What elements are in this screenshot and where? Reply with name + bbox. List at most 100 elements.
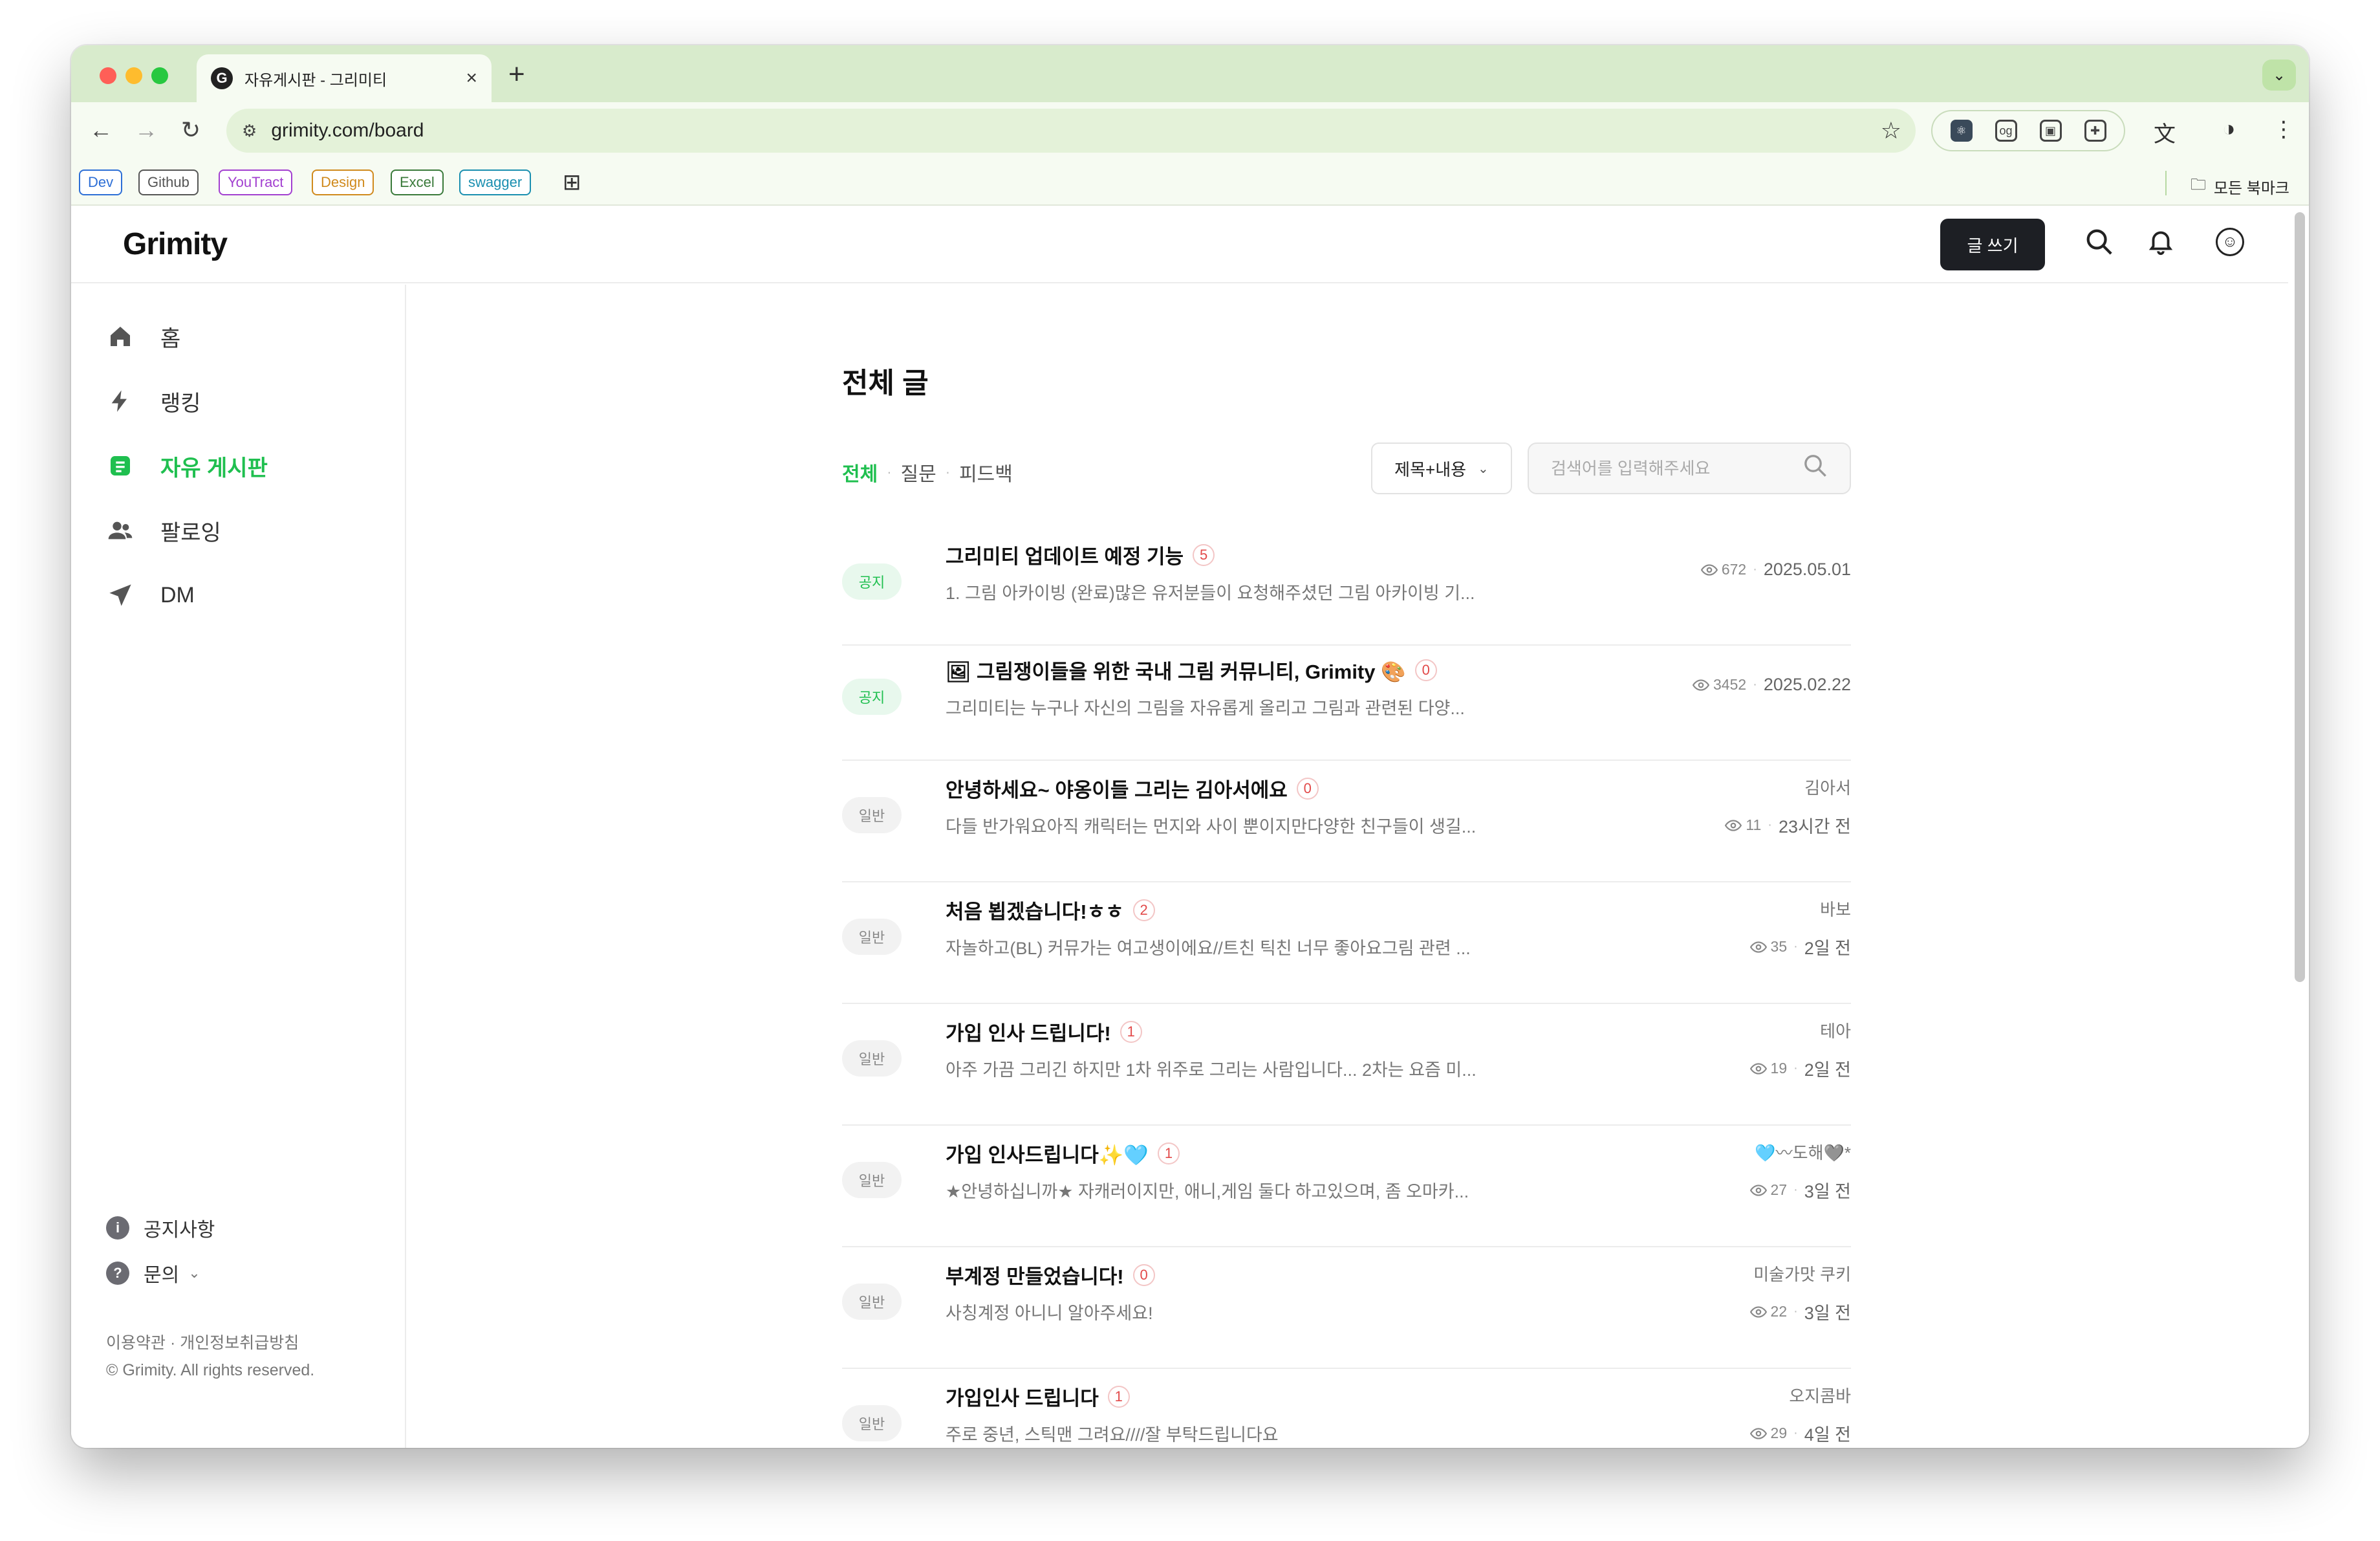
- url-text[interactable]: grimity.com/board: [271, 120, 1880, 142]
- apps-grid-icon[interactable]: ⊞: [563, 169, 581, 195]
- comment-count: 0: [1414, 659, 1437, 681]
- picture-in-picture-icon[interactable]: ▣: [2039, 120, 2062, 142]
- post-author[interactable]: 김아서: [1804, 775, 1851, 799]
- address-bar[interactable]: ⚙ grimity.com/board ☆: [226, 109, 1916, 153]
- post-title-text: 부계정 만들었습니다!: [946, 1265, 1124, 1288]
- post-title[interactable]: 가입인사 드립니다 1: [946, 1382, 1130, 1411]
- profile-icon[interactable]: ◑: [2222, 116, 2236, 142]
- puzzle-icon[interactable]: ✚: [2084, 120, 2106, 142]
- post-badge: 일반: [842, 1040, 902, 1077]
- folder-icon: 🗀: [2190, 176, 2206, 193]
- react-devtools-icon[interactable]: ⚛: [1950, 120, 1973, 142]
- reload-icon[interactable]: ↻: [181, 116, 200, 144]
- bell-icon[interactable]: [2146, 226, 2176, 263]
- search-type-select[interactable]: 제목+내용 ⌄: [1371, 443, 1512, 494]
- post-author[interactable]: 오지콤바: [1789, 1383, 1851, 1407]
- sidebar-item-following[interactable]: 팔로잉: [106, 511, 221, 550]
- post-title[interactable]: 처음 뵙겠습니다!ㅎㅎ 2: [946, 895, 1155, 924]
- sidebar-item-label: DM: [160, 582, 195, 607]
- post-title[interactable]: 가입 인사드립니다✨🩵 1: [946, 1139, 1180, 1168]
- tab-search-button[interactable]: ⌄: [2262, 60, 2296, 91]
- bookmark-star-icon[interactable]: ☆: [1881, 117, 1901, 144]
- filter-question[interactable]: 질문: [901, 458, 936, 486]
- bookmark-youtract[interactable]: YouTract: [219, 169, 293, 195]
- all-bookmarks-label: 모든 북마크: [2213, 180, 2289, 197]
- post-author[interactable]: 미술가맛 쿠키: [1753, 1262, 1851, 1285]
- post-badge: 일반: [842, 919, 902, 955]
- bookmark-github[interactable]: Github: [138, 169, 199, 195]
- post-meta: 22 · 3일 전: [1749, 1299, 1851, 1324]
- search-icon[interactable]: [1802, 452, 1828, 485]
- close-tab-icon[interactable]: ×: [466, 67, 477, 89]
- footer-links[interactable]: 이용약관 · 개인정보취급방침: [106, 1330, 299, 1353]
- table-row[interactable]: 일반 가입인사 드립니다 1 주로 중년, 스틱맨 그려요////잘 부탁드립니…: [842, 1369, 1851, 1448]
- view-count-value: 27: [1770, 1181, 1788, 1198]
- post-title[interactable]: 가입 인사 드립니다! 1: [946, 1017, 1142, 1046]
- table-row[interactable]: 일반 안녕하세요~ 야옹이들 그리는 김아서에요 0 다들 반가워요아직 캐릭터…: [842, 761, 1851, 882]
- filter-all[interactable]: 전체: [842, 458, 878, 486]
- translate-icon[interactable]: 文: [2154, 116, 2176, 148]
- og-extension-icon[interactable]: og: [1995, 120, 2017, 142]
- info-icon: i: [106, 1216, 129, 1240]
- eye-icon: [1693, 679, 1710, 691]
- menu-dots-icon[interactable]: ⋮: [2273, 116, 2295, 142]
- search-icon[interactable]: [2084, 226, 2114, 263]
- view-count-value: 22: [1770, 1303, 1788, 1320]
- view-count: 11: [1725, 816, 1761, 834]
- table-row[interactable]: 일반 처음 뵙겠습니다!ㅎㅎ 2 자놀하고(BL) 커뮤가는 여고생이에요//트…: [842, 882, 1851, 1004]
- inquiry-dropdown[interactable]: ? 문의 ⌄: [106, 1259, 200, 1287]
- page-scrollbar[interactable]: [2295, 212, 2305, 982]
- post-author[interactable]: 테아: [1820, 1018, 1851, 1042]
- filter-separator: ·: [945, 464, 951, 480]
- table-row[interactable]: 공지 🖼 그림쟁이들을 위한 국내 그림 커뮤니티, Grimity 🎨 0 그…: [842, 646, 1851, 761]
- post-excerpt: 주로 중년, 스틱맨 그려요////잘 부탁드립니다요: [946, 1425, 1279, 1445]
- bookmark-design[interactable]: Design: [312, 169, 374, 195]
- post-title[interactable]: 부계정 만들었습니다! 0: [946, 1260, 1155, 1289]
- post-title[interactable]: 안녕하세요~ 야옹이들 그리는 김아서에요 0: [946, 774, 1319, 803]
- search-input[interactable]: [1551, 458, 1802, 479]
- eye-icon: [1749, 1306, 1767, 1318]
- post-title[interactable]: 그리미티 업데이트 예정 기능 5: [946, 540, 1215, 569]
- post-author[interactable]: 🩵〰도해🩶*: [1755, 1140, 1851, 1164]
- forward-arrow-icon[interactable]: →: [135, 116, 158, 144]
- all-bookmarks-button[interactable]: 🗀 모든 북마크: [2191, 173, 2289, 200]
- eye-icon: [1749, 1427, 1767, 1439]
- browser-tab[interactable]: G 자유게시판 - 그리미티 ×: [197, 54, 492, 102]
- table-row[interactable]: 일반 가입 인사드립니다✨🩵 1 ★안녕하십니까★ 자캐러이지만, 애니,게임 …: [842, 1126, 1851, 1247]
- comment-count: 1: [1107, 1385, 1130, 1408]
- sidebar-item-dm[interactable]: DM: [106, 576, 195, 615]
- write-post-button[interactable]: 글 쓰기: [1940, 219, 2045, 270]
- post-meta: 672 · 2025.05.01: [1700, 560, 1851, 580]
- comment-count: 0: [1296, 777, 1319, 800]
- post-date: 2025.02.22: [1763, 675, 1851, 694]
- avatar[interactable]: ☺: [2216, 228, 2244, 256]
- table-row[interactable]: 일반 부계정 만들었습니다! 0 사칭계정 아니니 알아주세요! 미술가맛 쿠키…: [842, 1247, 1851, 1369]
- sidebar-item-ranking[interactable]: 랭킹: [106, 382, 201, 421]
- sidebar-item-home[interactable]: 홈: [106, 317, 180, 356]
- view-count: 22: [1749, 1303, 1788, 1320]
- table-row[interactable]: 공지 그리미티 업데이트 예정 기능 5 1. 그림 아카이빙 (완료)많은 유…: [842, 530, 1851, 646]
- back-arrow-icon[interactable]: ←: [89, 116, 113, 144]
- site-logo[interactable]: Grimity: [123, 226, 228, 262]
- web-page: Grimity 글 쓰기 ☺ 홈 랭킹 자유 게시판 팔로잉 DM i 공지사항…: [71, 206, 2309, 1448]
- meta-separator: ·: [1768, 818, 1772, 832]
- new-tab-button[interactable]: +: [508, 58, 525, 91]
- sidebar-item-board[interactable]: 자유 게시판: [106, 446, 268, 485]
- minimize-window-button[interactable]: [125, 67, 142, 84]
- table-row[interactable]: 일반 가입 인사 드립니다! 1 아주 가끔 그리긴 하지만 1차 위주로 그리…: [842, 1004, 1851, 1126]
- browser-toolbar: ← → ↻ ⚙ grimity.com/board ☆ ⚛ og ▣ ✚ 文 ◑…: [71, 102, 2309, 159]
- view-count: 29: [1749, 1425, 1787, 1442]
- notice-label: 공지사항: [144, 1219, 215, 1241]
- search-field[interactable]: [1528, 443, 1851, 494]
- site-settings-icon[interactable]: ⚙: [242, 121, 257, 141]
- bookmark-dev[interactable]: Dev: [79, 169, 123, 195]
- bookmark-excel[interactable]: Excel: [391, 169, 444, 195]
- post-title[interactable]: 🖼 그림쟁이들을 위한 국내 그림 커뮤니티, Grimity 🎨 0: [946, 655, 1437, 684]
- post-author[interactable]: 바보: [1820, 897, 1851, 921]
- filter-feedback[interactable]: 피드백: [959, 458, 1013, 486]
- close-window-button[interactable]: [100, 67, 116, 84]
- post-title-text: 가입 인사드립니다✨🩵: [946, 1144, 1149, 1166]
- maximize-window-button[interactable]: [151, 67, 168, 84]
- bookmark-swagger[interactable]: swagger: [459, 169, 532, 195]
- notice-link[interactable]: i 공지사항: [106, 1214, 215, 1242]
